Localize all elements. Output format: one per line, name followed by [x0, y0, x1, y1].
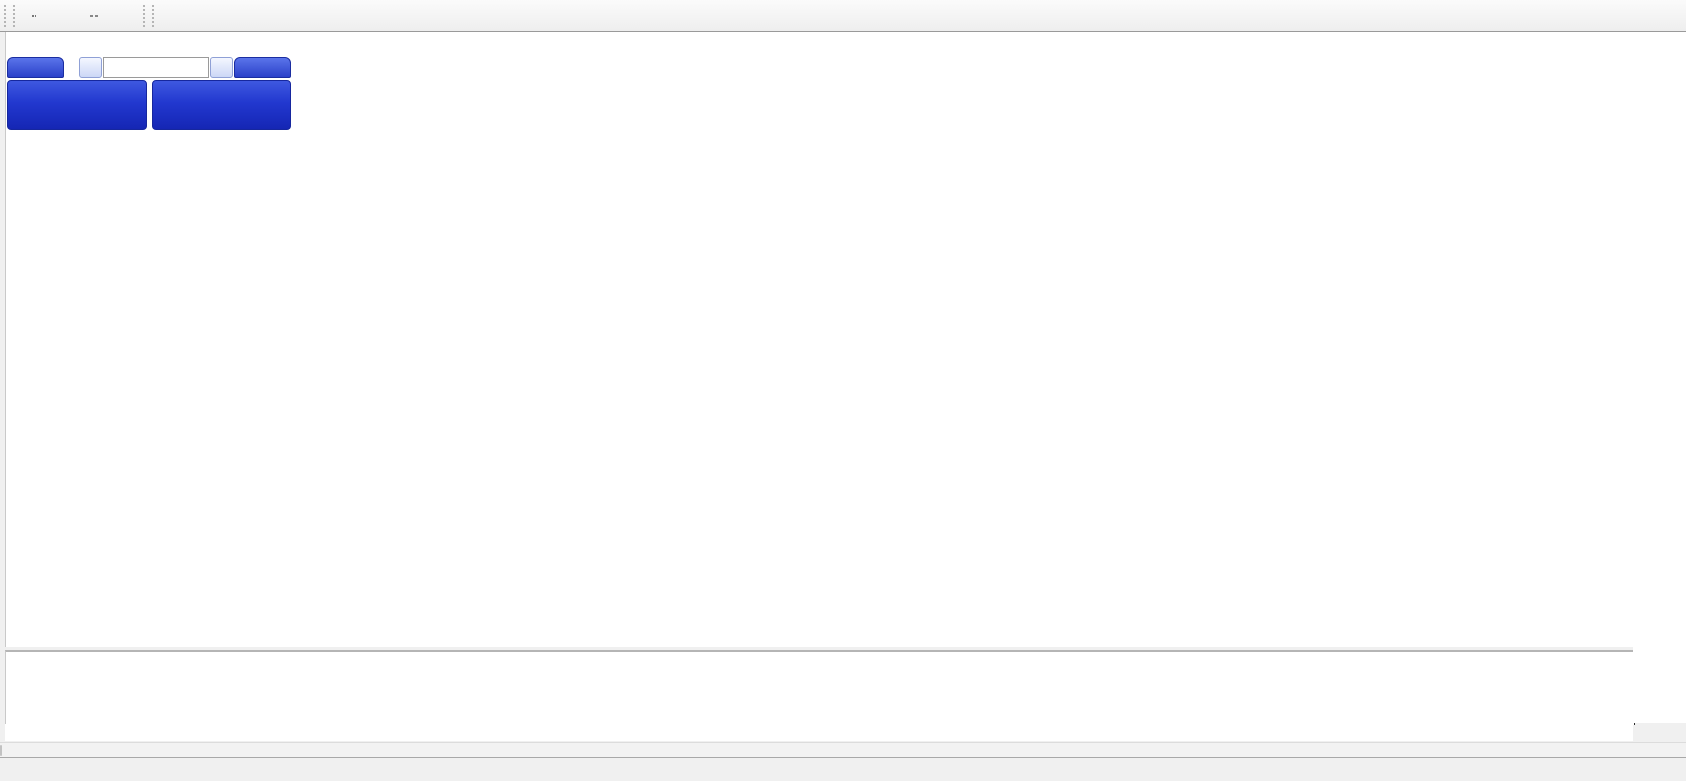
label-icon[interactable]	[82, 4, 106, 28]
fibonacci-icon[interactable]	[22, 4, 46, 28]
horizontal-scrollbar[interactable]	[0, 742, 1686, 757]
chart-tab-bar	[0, 757, 1686, 781]
toolbar-grip[interactable]	[143, 4, 154, 27]
volume-input[interactable]	[102, 57, 209, 78]
macd-indicator-pane[interactable]	[5, 650, 1635, 725]
buy-price-button[interactable]	[151, 80, 291, 130]
sell-price-button[interactable]	[7, 80, 147, 130]
volume-increase-button[interactable]	[209, 57, 233, 78]
text-icon[interactable]	[52, 4, 76, 28]
one-click-trade-panel	[7, 57, 291, 130]
volume-decrease-button[interactable]	[78, 57, 102, 78]
time-axis[interactable]	[5, 724, 1633, 741]
top-toolbar	[0, 0, 1686, 32]
chart-header	[12, 36, 20, 50]
scrollbar-thumb[interactable]	[0, 745, 2, 756]
arrows-icon[interactable]	[112, 4, 136, 28]
macd-chart	[6, 652, 1634, 725]
buy-button[interactable]	[233, 57, 291, 78]
sell-button[interactable]	[7, 57, 65, 78]
toolbar-grip[interactable]	[4, 4, 15, 27]
price-axis[interactable]	[1633, 32, 1686, 723]
